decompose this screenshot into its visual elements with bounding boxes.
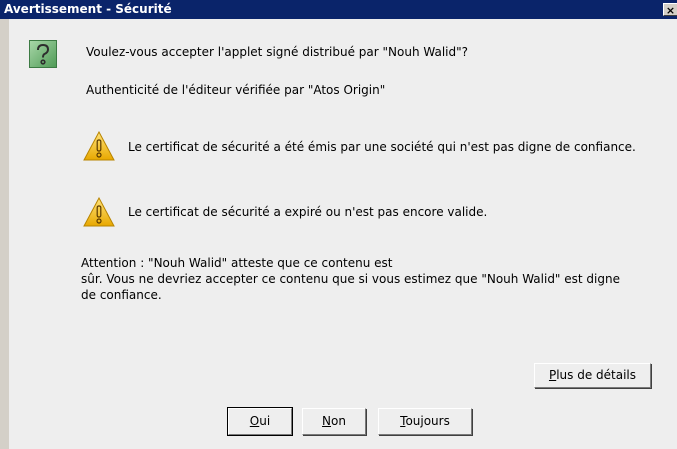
no-button[interactable]: Non	[302, 408, 366, 435]
question-text: Voulez-vous accepter l'applet signé dist…	[86, 45, 469, 59]
button-label: lus de détails	[556, 368, 637, 382]
question-icon	[29, 40, 57, 68]
attention-line: Attention : "Nouh Walid" atteste que ce …	[81, 256, 393, 270]
mnemonic: N	[322, 414, 332, 428]
warning-untrusted-issuer: Le certificat de sécurité a été émis par…	[128, 140, 636, 154]
always-button[interactable]: Toujours	[378, 408, 472, 435]
attention-line: de confiance.	[81, 288, 162, 302]
warning-icon	[83, 131, 115, 161]
button-label: on	[331, 414, 346, 428]
window-left-border	[0, 19, 9, 449]
warning-expired-certificate: Le certificat de sécurité a expiré ou n'…	[128, 205, 488, 219]
attention-paragraph: Attention : "Nouh Walid" atteste que ce …	[81, 255, 677, 303]
mnemonic: O	[249, 414, 260, 428]
close-button[interactable]: ×	[663, 3, 677, 17]
attention-line: sûr. Vous ne devriez accepter ce contenu…	[81, 272, 620, 286]
yes-button[interactable]: Oui	[227, 407, 293, 436]
authenticity-text: Authenticité de l'éditeur vérifiée par "…	[86, 83, 386, 97]
more-details-button[interactable]: Plus de détails	[534, 363, 651, 388]
warning-icon	[83, 197, 115, 227]
security-warning-dialog: Avertissement - Sécurité × Voulez-vous a…	[0, 0, 677, 449]
button-label: oujours	[405, 414, 450, 428]
title-bar[interactable]: Avertissement - Sécurité ×	[0, 0, 677, 19]
window-title: Avertissement - Sécurité	[4, 2, 172, 16]
button-label: ui	[259, 414, 271, 428]
